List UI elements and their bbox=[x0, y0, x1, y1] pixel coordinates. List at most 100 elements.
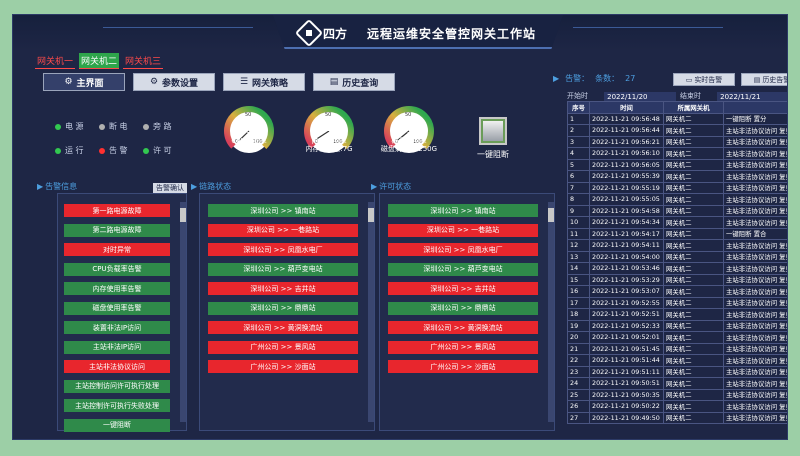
table-row[interactable]: 20 2022-11-21 09:52:01 网关机二 主站非法协议访问 复归 bbox=[567, 331, 787, 344]
list-item: 深圳公司 >> 鼎鼎站 bbox=[388, 301, 538, 315]
realtime-alarm-button[interactable]: ▭ 实时告警 bbox=[673, 73, 735, 86]
table-cell: 网关机二 bbox=[663, 262, 724, 275]
table-cell: 2022-11-21 09:49:50 bbox=[589, 411, 664, 424]
gauge-label: 内存使用率 内存剩余量:7G bbox=[289, 137, 369, 153]
scrollbar[interactable] bbox=[368, 202, 374, 422]
table-cell: 网关机二 bbox=[663, 342, 724, 355]
table-row[interactable]: 9 2022-11-21 09:54:58 网关机二 主站非法协议访问 复归 bbox=[567, 204, 787, 217]
gateway-tab-3[interactable]: 网关机三 bbox=[123, 53, 164, 69]
table-row[interactable]: 7 2022-11-21 09:55:19 网关机二 主站非法协议访问 复归 bbox=[567, 181, 787, 194]
table-cell: 2022-11-21 09:50:51 bbox=[589, 377, 664, 390]
table-cell: 24 bbox=[567, 377, 590, 390]
list-item: 第二路电源故障 bbox=[64, 223, 170, 237]
table-cell: 主站非法协议访问 复归 bbox=[723, 296, 787, 309]
table-cell: 2022-11-21 09:53:29 bbox=[589, 273, 664, 286]
gateway-tab-1[interactable]: 网关机一 bbox=[35, 53, 76, 69]
table-cell: 主站非法协议访问 复归 bbox=[723, 331, 787, 344]
table-cell: 19 bbox=[567, 319, 590, 332]
link-section-title: ▶ 链路状态 bbox=[191, 182, 232, 191]
list-item: CPU负载率告警 bbox=[64, 262, 170, 276]
list-item: 主站控制访问许可执行处理 bbox=[64, 379, 170, 393]
table-cell: 网关机二 bbox=[663, 147, 724, 160]
list-item: 一键阻断 bbox=[64, 418, 170, 432]
table-cell: 2022-11-21 09:54:58 bbox=[589, 204, 664, 217]
list-item: 深圳公司 >> 黄洞换流站 bbox=[208, 321, 358, 334]
table-row[interactable]: 1 2022-11-21 09:56:48 网关机二 一键阻断 置分 bbox=[567, 112, 787, 125]
table-row[interactable]: 14 2022-11-21 09:53:46 网关机二 主站非法协议访问 复归 bbox=[567, 262, 787, 275]
status-dot bbox=[143, 123, 149, 130]
table-row[interactable]: 11 2022-11-21 09:54:17 网关机二 一键阻断 置合 bbox=[567, 227, 787, 240]
table-cell: 网关机二 bbox=[663, 193, 724, 206]
status-indicator: 旁 路 bbox=[143, 121, 172, 132]
status-dot bbox=[143, 147, 149, 154]
table-row[interactable]: 27 2022-11-21 09:49:50 网关机二 主站非法协议访问 复归 bbox=[567, 411, 787, 424]
list-item: 装置非法IP访问 bbox=[64, 321, 170, 334]
permit-panel: 深圳公司 >> 镇南站 深圳公司 >> 一巷路站 深圳公司 >> 凤凰水电厂 深圳公司… bbox=[379, 193, 555, 431]
list-item: 深圳公司 >> 吉井站 bbox=[388, 282, 538, 295]
table-cell: 网关机二 bbox=[663, 181, 724, 194]
table-row[interactable]: 4 2022-11-21 09:56:10 网关机二 主站非法协议访问 复归 bbox=[567, 147, 787, 160]
table-row[interactable]: 26 2022-11-21 09:50:22 网关机二 主站非法协议访问 复归 bbox=[567, 400, 787, 413]
table-row[interactable]: 17 2022-11-21 09:52:55 网关机二 主站非法协议访问 复归 bbox=[567, 296, 787, 309]
scrollbar[interactable] bbox=[180, 202, 186, 422]
table-cell: 2022-11-21 09:54:11 bbox=[589, 239, 664, 252]
nav-button-2[interactable]: ⚙ 参数设置 bbox=[133, 73, 215, 91]
gauge-title: 内存使用率 bbox=[311, 137, 347, 145]
list-item: 深圳公司 >> 一巷路站 bbox=[388, 223, 538, 237]
table-row[interactable]: 13 2022-11-21 09:54:00 网关机二 主站非法协议访问 复归 bbox=[567, 250, 787, 263]
nav-button-4[interactable]: ▤ 历史查询 bbox=[313, 73, 395, 91]
gateway-tab-2[interactable]: 网关机二 bbox=[79, 53, 120, 69]
alarm-ack-button[interactable]: 告警确认 bbox=[153, 183, 187, 193]
table-cell: 主站非法协议访问 复归 bbox=[723, 262, 787, 275]
table-row[interactable]: 5 2022-11-21 09:56:05 网关机二 主站非法协议访问 复归 bbox=[567, 158, 787, 171]
table-row[interactable]: 16 2022-11-21 09:53:07 网关机二 主站非法协议访问 复归 bbox=[567, 285, 787, 298]
gauge-title: 磁盘使用率 bbox=[391, 137, 427, 145]
nav-button-1[interactable]: ⚙ 主界面 bbox=[43, 73, 125, 91]
table-cell: 26 bbox=[567, 400, 590, 413]
table-row[interactable]: 10 2022-11-21 09:54:34 网关机二 主站非法协议访问 复归 bbox=[567, 216, 787, 229]
table-cell: 1 bbox=[567, 112, 590, 125]
status-indicator: 许 可 bbox=[143, 145, 172, 156]
table-row[interactable]: 21 2022-11-21 09:51:45 网关机二 主站非法协议访问 复归 bbox=[567, 342, 787, 355]
table-row[interactable]: 19 2022-11-21 09:52:33 网关机二 主站非法协议访问 复归 bbox=[567, 319, 787, 332]
table-cell: 2022-11-21 09:51:44 bbox=[589, 354, 664, 367]
nav-button-3[interactable]: ☰ 网关策略 bbox=[223, 73, 305, 91]
table-header: 所属网关机 bbox=[663, 101, 724, 114]
table-row[interactable]: 6 2022-11-21 09:55:39 网关机二 主站非法协议访问 复归 bbox=[567, 170, 787, 183]
header-line-left bbox=[103, 27, 253, 28]
table-row[interactable]: 8 2022-11-21 09:55:05 网关机二 主站非法协议访问 复归 bbox=[567, 193, 787, 206]
table-row[interactable]: 2 2022-11-21 09:56:44 网关机二 主站非法协议访问 复归 bbox=[567, 124, 787, 137]
main-nav: ⚙ 主界面 ⚙ 参数设置 ☰ 网关策略 ▤ 历史查询 bbox=[43, 73, 395, 91]
table-header: 序号 bbox=[567, 101, 590, 114]
table-cell: 2022-11-21 09:52:01 bbox=[589, 331, 664, 344]
table-cell: 17 bbox=[567, 296, 590, 309]
table-row[interactable]: 15 2022-11-21 09:53:29 网关机二 主站非法协议访问 复归 bbox=[567, 273, 787, 286]
table-cell: 网关机二 bbox=[663, 365, 724, 378]
table-row[interactable]: 22 2022-11-21 09:51:44 网关机二 主站非法协议访问 复归 bbox=[567, 354, 787, 367]
one-key-block-button[interactable] bbox=[481, 119, 505, 143]
status-dot bbox=[55, 147, 61, 154]
gear-icon: ⚙ bbox=[64, 77, 73, 87]
gauge-value: 4.4 % bbox=[294, 123, 364, 136]
table-cell: 网关机二 bbox=[663, 411, 724, 424]
nav-label: 参数设置 bbox=[162, 78, 199, 89]
table-cell: 主站非法协议访问 复归 bbox=[723, 342, 787, 355]
table-row[interactable]: 3 2022-11-21 09:56:21 网关机二 主站非法协议访问 复归 bbox=[567, 135, 787, 148]
list-item: 内存使用率告警 bbox=[64, 282, 170, 295]
table-row[interactable]: 24 2022-11-21 09:50:51 网关机二 主站非法协议访问 复归 bbox=[567, 377, 787, 390]
table-row[interactable]: 25 2022-11-21 09:50:35 网关机二 主站非法协议访问 复归 bbox=[567, 388, 787, 401]
logo: 四方 bbox=[294, 18, 347, 48]
table-cell: 网关机二 bbox=[663, 308, 724, 321]
gauge-scale-mid: 50 bbox=[325, 112, 332, 118]
gateway-tabs: 网关机一 网关机二 网关机三 bbox=[35, 53, 164, 69]
table-cell: 14 bbox=[567, 262, 590, 275]
gauge-unit: % bbox=[253, 127, 263, 135]
history-alarm-button[interactable]: ▤ 历史告警 bbox=[741, 73, 787, 86]
table-cell: 4 bbox=[567, 147, 590, 160]
table-row[interactable]: 23 2022-11-21 09:51:11 网关机二 主站非法协议访问 复归 bbox=[567, 365, 787, 378]
table-row[interactable]: 18 2022-11-21 09:52:51 网关机二 主站非法协议访问 复归 bbox=[567, 308, 787, 321]
table-row[interactable]: 12 2022-11-21 09:54:11 网关机二 主站非法协议访问 复归 bbox=[567, 239, 787, 252]
table-cell: 5 bbox=[567, 158, 590, 171]
table-cell: 12 bbox=[567, 239, 590, 252]
table-cell: 网关机二 bbox=[663, 388, 724, 401]
